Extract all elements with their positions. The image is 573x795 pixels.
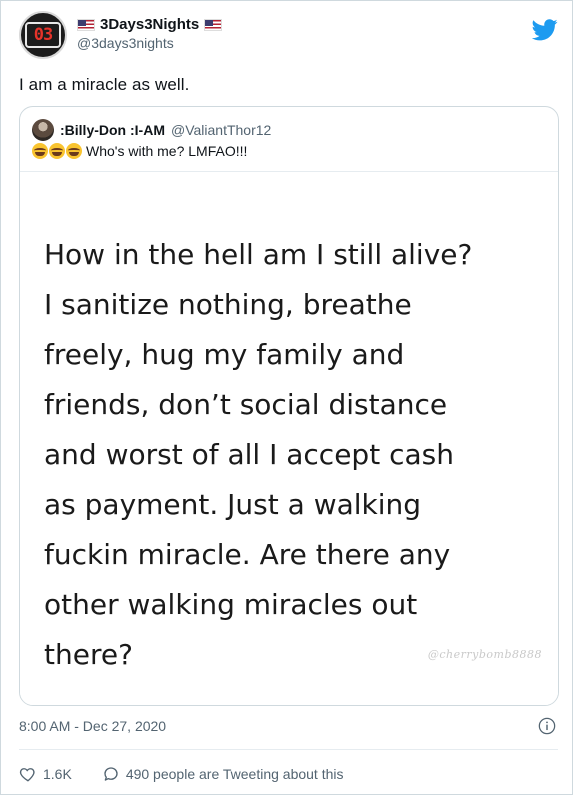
tweeting-text: 490 people are Tweeting about this bbox=[125, 766, 344, 782]
image-text: How in the hell am I still alive? I sani… bbox=[44, 230, 544, 680]
image-text-line: How in the hell am I still alive? bbox=[44, 238, 473, 271]
image-text-line: as payment. Just a walking bbox=[44, 488, 422, 521]
image-text-line: fuckin miracle. Are there any bbox=[44, 538, 451, 571]
quoted-text: Who's with me? LMFAO!!! bbox=[86, 143, 248, 159]
laughing-emoji-icon bbox=[32, 143, 48, 159]
divider bbox=[19, 749, 558, 750]
image-text-line: and worst of all I accept cash bbox=[44, 438, 454, 471]
tweeting-link[interactable]: 490 people are Tweeting about this bbox=[102, 765, 344, 783]
quoted-text-row: Who's with me? LMFAO!!! bbox=[32, 143, 247, 159]
like-button[interactable]: 1.6K bbox=[19, 765, 72, 783]
tweet-header: 03 3Days3Nights @3days3nights bbox=[19, 11, 558, 61]
image-text-line: friends, don’t social distance bbox=[44, 388, 448, 421]
twitter-bird-icon[interactable] bbox=[532, 19, 558, 41]
quoted-tweet[interactable]: :Billy-Don :I-AM @ValiantThor12 Who's wi… bbox=[19, 106, 559, 706]
tweet-text: I am a miracle as well. bbox=[19, 75, 190, 94]
display-name-row[interactable]: 3Days3Nights bbox=[77, 16, 227, 33]
heart-icon bbox=[19, 768, 35, 782]
tweet-actions: 1.6K 490 people are Tweeting about this bbox=[19, 765, 344, 783]
us-flag-icon bbox=[77, 18, 95, 31]
quoted-header: :Billy-Don :I-AM @ValiantThor12 bbox=[32, 119, 271, 141]
laughing-emoji-icon bbox=[66, 143, 82, 159]
avatar-logo: 03 bbox=[25, 22, 61, 48]
image-text-line: freely, hug my family and bbox=[44, 338, 405, 371]
tweet-card: 03 3Days3Nights @3days3nights I am a mir… bbox=[0, 0, 573, 795]
image-text-line: I sanitize nothing, breathe bbox=[44, 288, 412, 321]
quoted-avatar[interactable] bbox=[32, 119, 54, 141]
laughing-emoji-icon bbox=[49, 143, 65, 159]
like-count: 1.6K bbox=[43, 766, 72, 782]
avatar[interactable]: 03 bbox=[19, 11, 67, 59]
info-icon[interactable] bbox=[538, 717, 556, 735]
image-text-line: other walking miracles out bbox=[44, 588, 418, 621]
quoted-display-name[interactable]: :Billy-Don :I-AM bbox=[60, 122, 165, 138]
image-watermark: @cherrybomb8888 bbox=[427, 648, 542, 661]
quoted-handle[interactable]: @ValiantThor12 bbox=[171, 122, 271, 138]
author-names: 3Days3Nights @3days3nights bbox=[77, 16, 227, 51]
tweet-timestamp[interactable]: 8:00 AM - Dec 27, 2020 bbox=[19, 718, 166, 734]
quoted-image[interactable]: How in the hell am I still alive? I sani… bbox=[20, 171, 558, 705]
us-flag-icon bbox=[204, 18, 223, 31]
display-name[interactable]: 3Days3Nights bbox=[100, 16, 199, 33]
author-handle[interactable]: @3days3nights bbox=[77, 35, 227, 51]
speech-bubble-icon bbox=[104, 767, 118, 781]
